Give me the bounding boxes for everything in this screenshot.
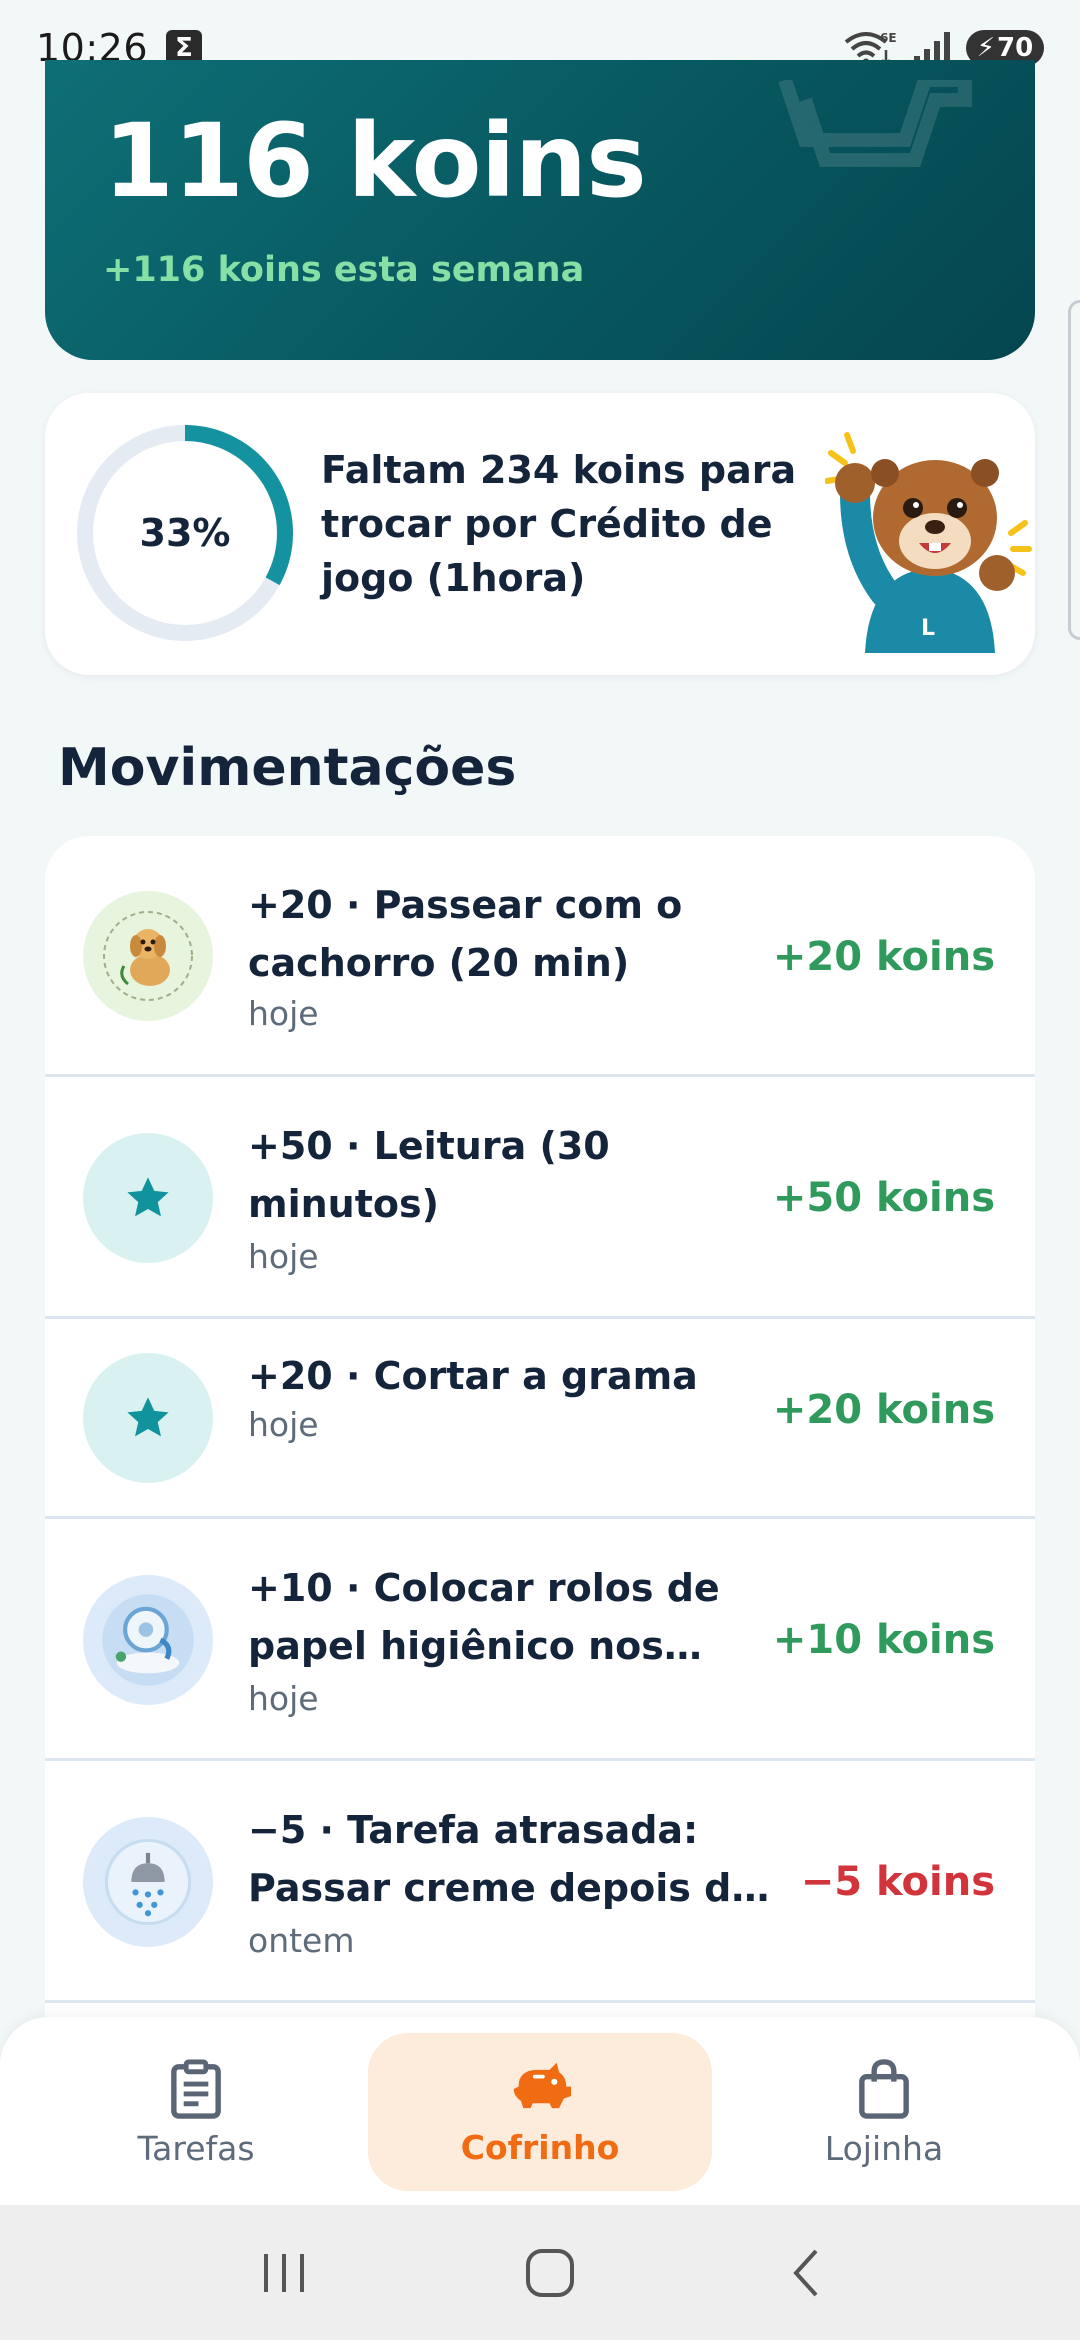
piggy-bank-icon [513, 2062, 571, 2108]
movement-title: −5 · Tarefa atrasada: Passar creme depoi… [248, 1808, 758, 1910]
nav-cofrinho[interactable]: Cofrinho [368, 2033, 712, 2191]
movement-title: +10 · Colocar rolos de papel higiênico n… [248, 1566, 720, 1668]
bottom-nav: Tarefas Cofrinho Lojinha [0, 2017, 1080, 2205]
weekly-earnings: +116 koins esta semana [103, 250, 585, 290]
goal-description: Faltam 234 koins para trocar por Crédito… [321, 448, 797, 600]
list-item[interactable]: −5 · Tarefa atrasada: Passar creme depoi… [45, 1761, 1035, 2003]
toilet-paper-icon [83, 1575, 213, 1705]
battery-level: 70 [997, 33, 1034, 63]
movement-amount: +20 koins [772, 1387, 995, 1433]
nav-tarefas[interactable]: Tarefas [24, 2033, 368, 2191]
movement-date: hoje [248, 994, 319, 1033]
nav-label: Cofrinho [460, 2127, 620, 2167]
movement-title: +50 · Leitura (30 minutos) [248, 1124, 610, 1226]
list-item[interactable]: +50 · Leitura (30 minutos) hoje +50 koin… [45, 1077, 1035, 1319]
nav-label: Lojinha [824, 2128, 944, 2168]
bolt-icon: ⚡ [976, 33, 996, 63]
movement-amount: +10 koins [772, 1617, 995, 1663]
back-icon[interactable] [786, 2245, 826, 2301]
list-item[interactable]: +20 · Passear com o cachorro (20 min) ho… [45, 836, 1035, 1077]
movement-amount: +20 koins [772, 934, 995, 980]
network-type: 6E [880, 31, 897, 45]
movement-title: +20 · Cortar a grama [248, 1354, 698, 1398]
clipboard-icon [171, 2058, 221, 2119]
balance-value: 116 koins [103, 102, 647, 221]
movement-date: hoje [248, 1237, 319, 1276]
piggy-bank-watermark-icon [778, 80, 972, 167]
nav-lojinha[interactable]: Lojinha [712, 2033, 1056, 2191]
goal-progress-card[interactable]: 33% Faltam 234 koins para trocar por Cré… [45, 393, 1035, 675]
movement-amount: +50 koins [772, 1175, 995, 1221]
movement-date: ontem [248, 1921, 355, 1960]
list-item[interactable]: +10 · Colocar rolos de papel higiênico n… [45, 1519, 1035, 1761]
shower-icon [83, 1817, 213, 1947]
movement-date: hoje [248, 1405, 319, 1444]
svg-text:L: L [921, 616, 935, 641]
list-item[interactable]: +20 · Cortar a grama hoje +20 koins [45, 1319, 1035, 1519]
dog-icon [83, 891, 213, 1021]
balance-card: 116 koins +116 koins esta semana [45, 60, 1035, 360]
system-nav-bar [0, 2205, 1080, 2340]
beaver-mascot-icon: L [825, 432, 1032, 653]
star-icon [83, 1353, 213, 1483]
star-icon [83, 1133, 213, 1263]
movement-amount: −5 koins [800, 1859, 995, 1905]
progress-percent: 33% [139, 511, 231, 555]
movements-title: Movimentações [58, 738, 517, 798]
movement-date: hoje [248, 1679, 319, 1718]
recent-apps-icon[interactable] [254, 2248, 314, 2298]
shopping-bag-icon [859, 2058, 909, 2119]
home-icon[interactable] [522, 2245, 578, 2301]
movements-list: +20 · Passear com o cachorro (20 min) ho… [45, 836, 1035, 2036]
movement-title: +20 · Passear com o cachorro (20 min) [248, 883, 683, 985]
nav-label: Tarefas [137, 2128, 255, 2168]
edge-panel-handle[interactable] [1068, 300, 1080, 640]
